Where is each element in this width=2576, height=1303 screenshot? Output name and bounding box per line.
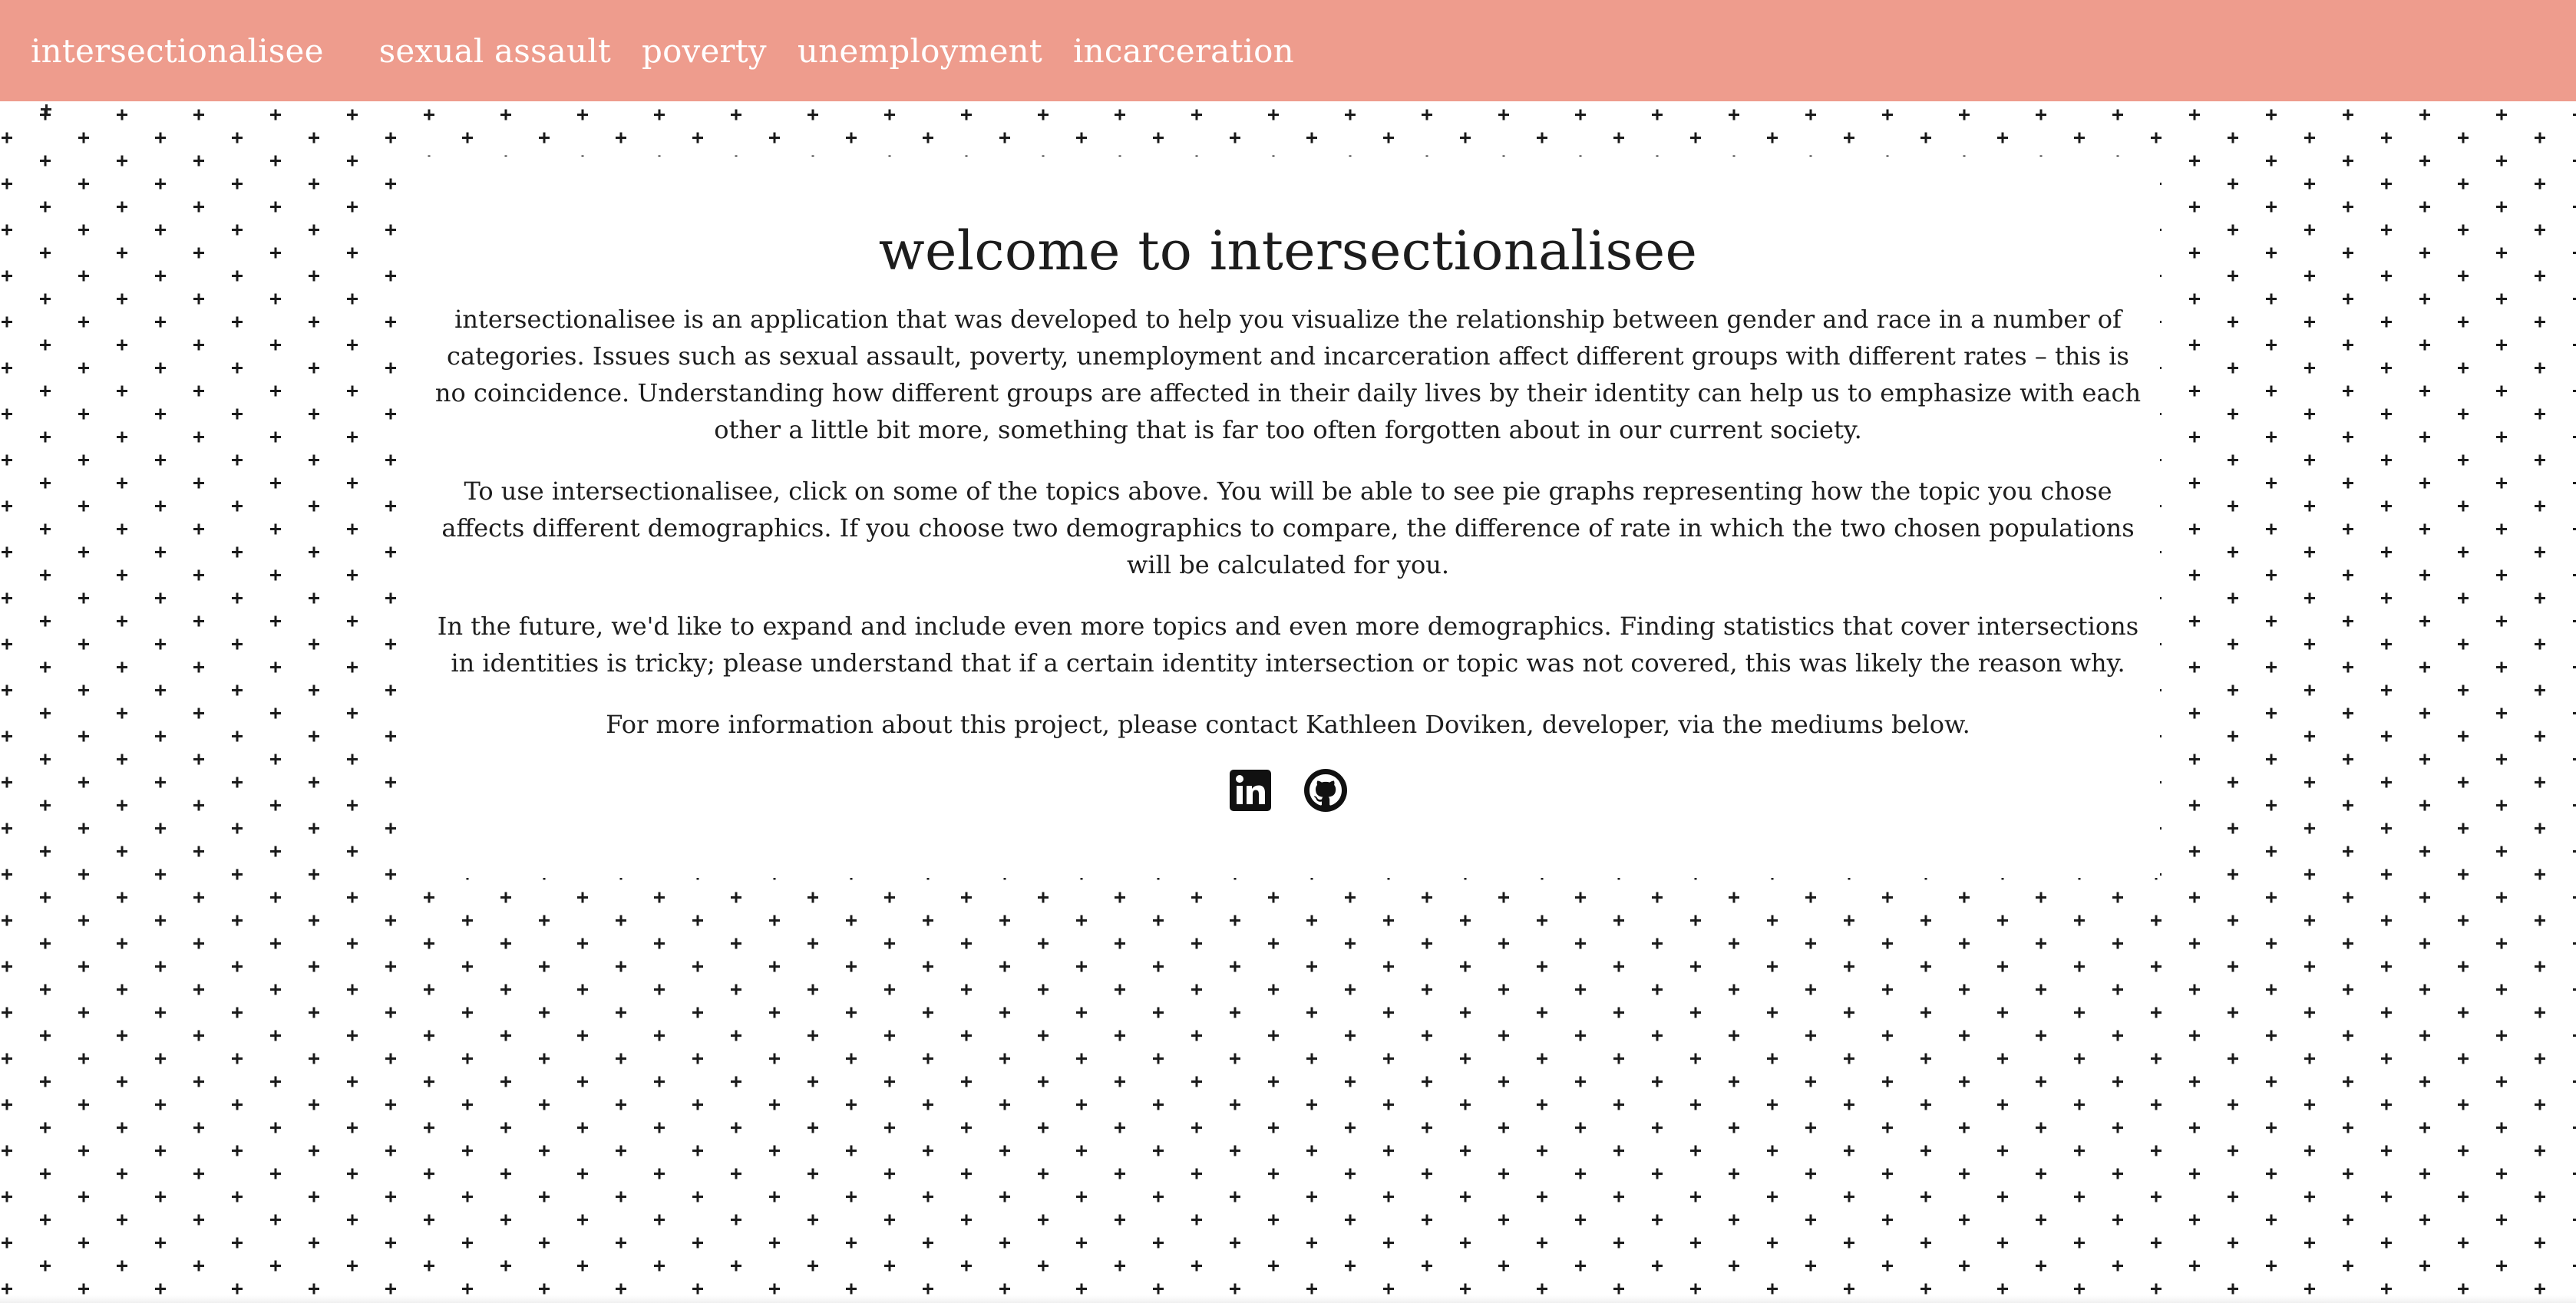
top-navigation-bar: intersectionalisee sexual assault povert… bbox=[0, 0, 2576, 101]
contact-paragraph: For more information about this project,… bbox=[606, 710, 1970, 739]
github-icon[interactable] bbox=[1303, 767, 1349, 813]
nav-link-sexual-assault[interactable]: sexual assault bbox=[379, 32, 611, 70]
intro-paragraph: intersectionalisee is an application tha… bbox=[434, 305, 2142, 444]
nav-link-incarceration[interactable]: incarceration bbox=[1073, 32, 1294, 70]
nav-link-poverty[interactable]: poverty bbox=[642, 32, 767, 70]
page-title: welcome to intersectionalisee bbox=[878, 219, 1698, 282]
future-paragraph: In the future, we'd like to expand and i… bbox=[437, 612, 2139, 678]
welcome-card: welcome to intersectionalisee intersecti… bbox=[416, 157, 2160, 878]
brand-link[interactable]: intersectionalisee bbox=[31, 32, 324, 70]
nav-link-unemployment[interactable]: unemployment bbox=[798, 32, 1042, 70]
linkedin-icon[interactable] bbox=[1227, 767, 1273, 813]
social-links bbox=[416, 767, 2160, 813]
bottom-edge-shadow bbox=[0, 1295, 2576, 1303]
usage-paragraph: To use intersectionalisee, click on some… bbox=[441, 477, 2135, 579]
